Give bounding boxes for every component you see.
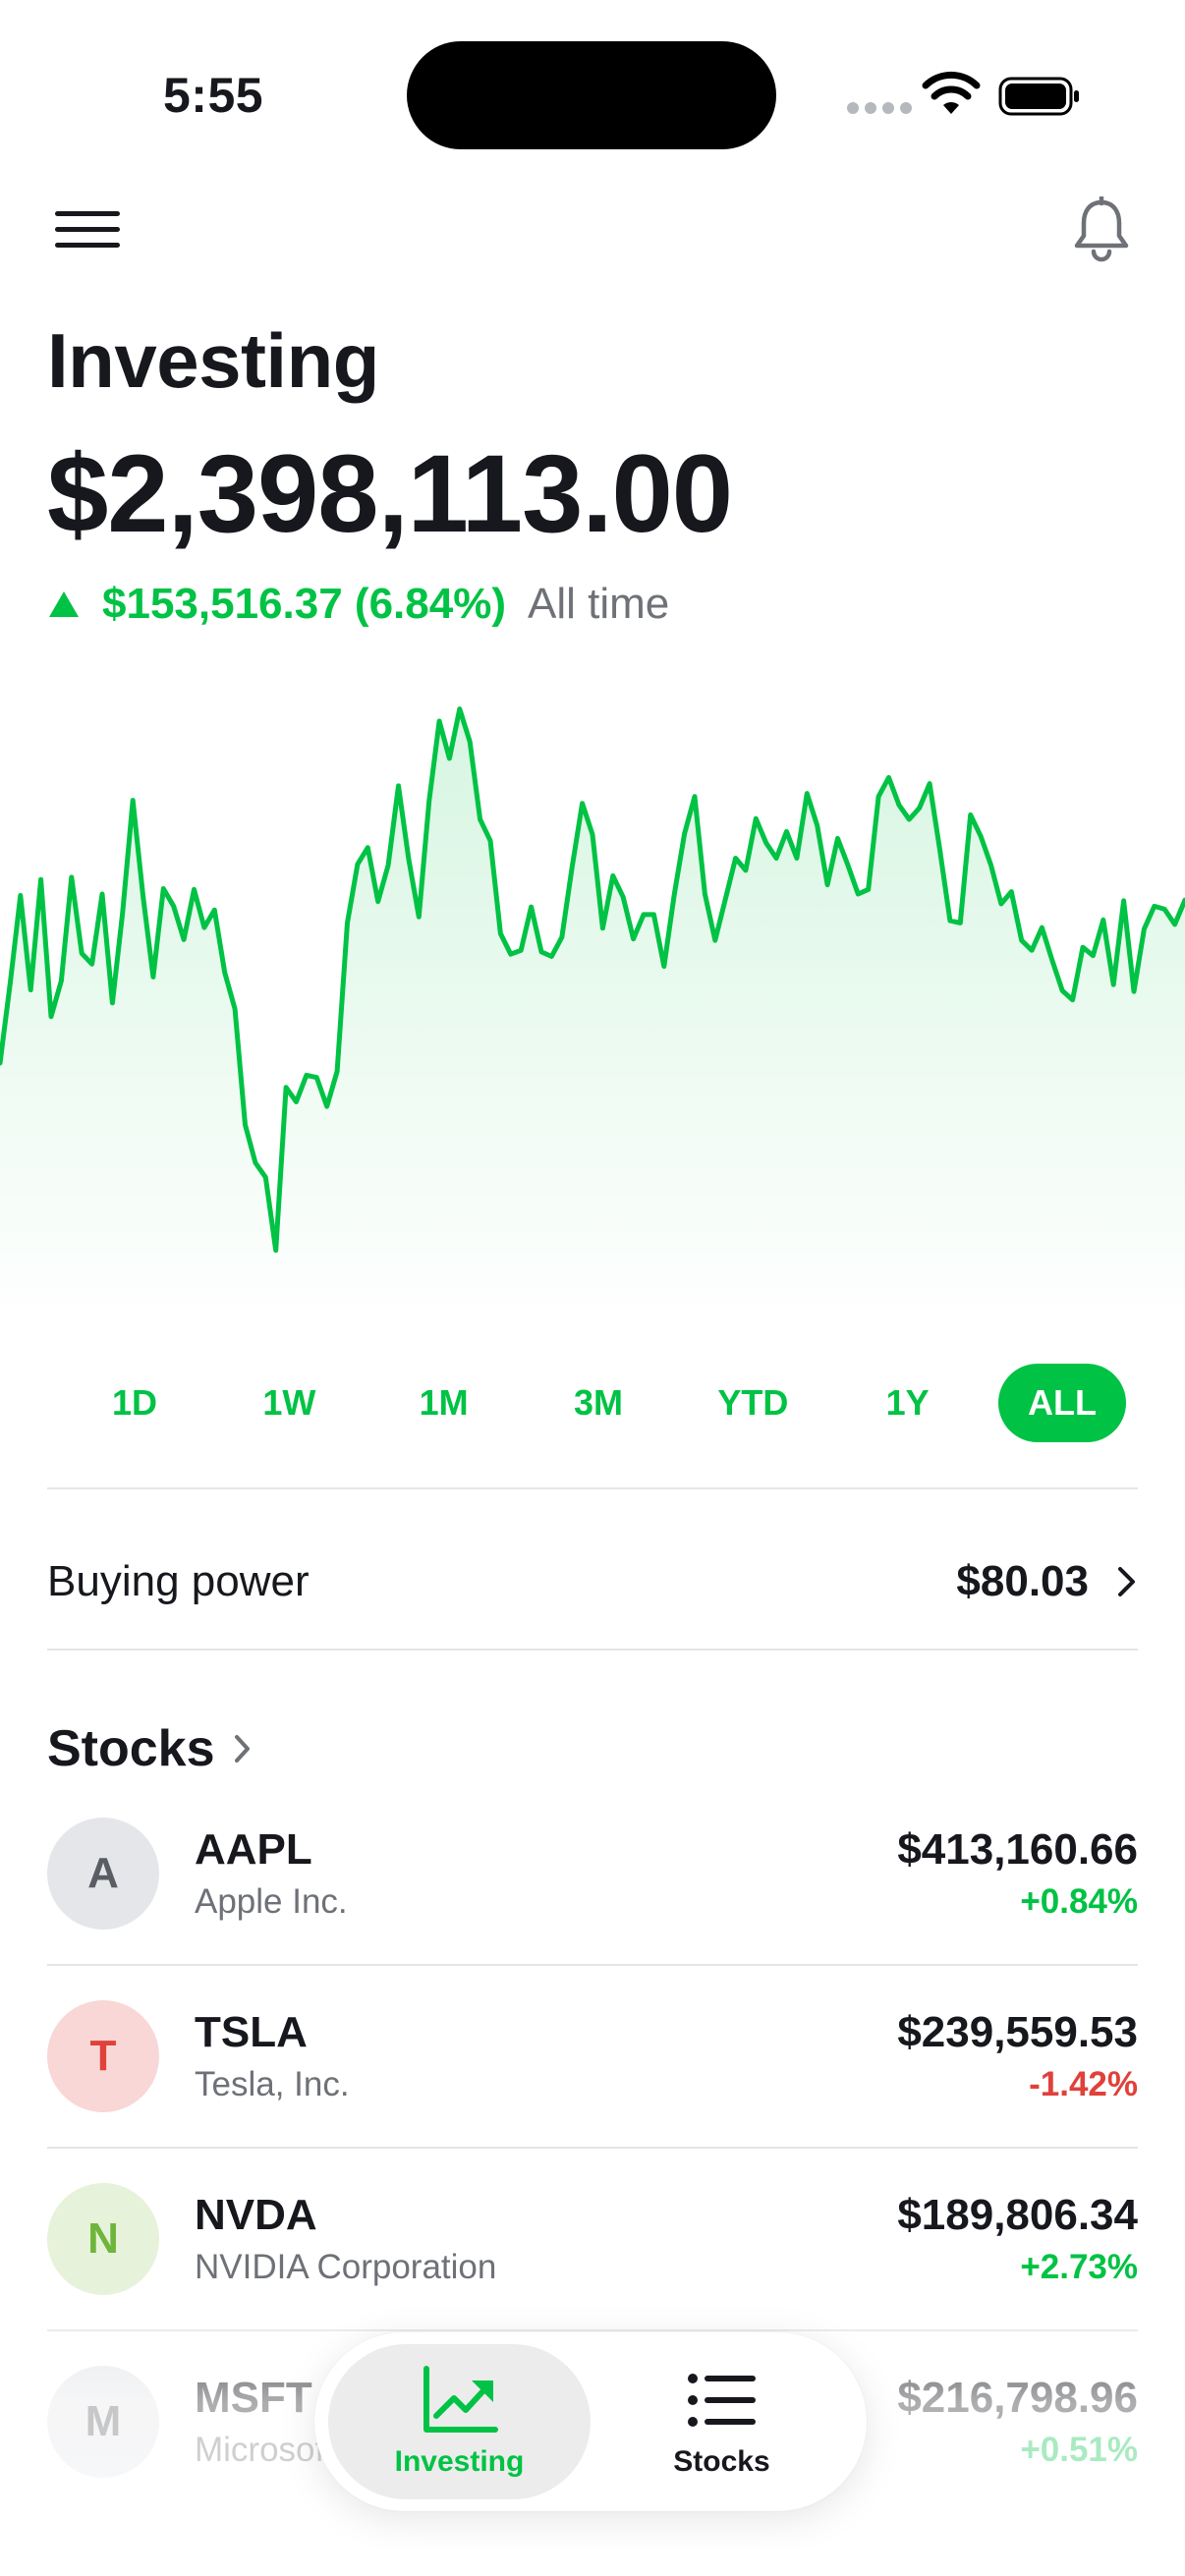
stock-row-aapl[interactable]: A AAPL Apple Inc. $413,160.66 +0.84% <box>47 1782 1138 1965</box>
gain-period: All time <box>527 580 670 628</box>
stock-ticker: AAPL <box>195 1825 312 1874</box>
stock-ticker: NVDA <box>195 2191 317 2239</box>
divider <box>47 1649 1138 1651</box>
buying-power-label: Buying power <box>47 1557 310 1605</box>
chevron-right-icon <box>1118 1567 1135 1596</box>
stock-price: $189,806.34 <box>897 2191 1138 2239</box>
dynamic-island <box>407 41 776 149</box>
stock-price: $413,160.66 <box>897 1825 1138 1874</box>
tab-stocks[interactable]: Stocks <box>591 2344 853 2499</box>
bell-icon[interactable] <box>1069 196 1134 265</box>
buying-power-row[interactable]: Buying power $80.03 <box>47 1513 1138 1651</box>
stock-name: Tesla, Inc. <box>195 2065 350 2103</box>
stock-values: $239,559.53 -1.42% <box>897 2008 1138 2104</box>
range-tab-3m[interactable]: 3M <box>535 1364 662 1442</box>
stock-info: NVDA NVIDIA Corporation <box>195 2191 897 2287</box>
tab-label: Stocks <box>673 2445 770 2478</box>
stock-change: +0.84% <box>1020 1882 1138 1921</box>
divider <box>47 1487 1138 1489</box>
stock-avatar: T <box>47 2000 159 2112</box>
stock-info: AAPL Apple Inc. <box>195 1825 897 1922</box>
page-title: Investing <box>47 317 379 404</box>
portfolio-value: $2,398,113.00 <box>47 432 733 555</box>
chart-area-fill <box>0 708 1185 1326</box>
chart-trend-icon <box>423 2366 498 2433</box>
range-tab-all[interactable]: ALL <box>997 1364 1126 1442</box>
range-tab-1m[interactable]: 1M <box>380 1364 508 1442</box>
stock-name: NVIDIA Corporation <box>195 2248 497 2286</box>
status-time: 5:55 <box>163 68 264 123</box>
stock-price: $239,559.53 <box>897 2008 1138 2056</box>
stock-avatar: A <box>47 1818 159 1930</box>
time-range-selector: 1D 1W 1M 3M YTD 1Y ALL <box>47 1364 1138 1442</box>
stock-avatar: N <box>47 2183 159 2295</box>
stock-info: TSLA Tesla, Inc. <box>195 2008 897 2104</box>
wifi-icon <box>922 71 981 114</box>
buying-power-value: $80.03 <box>956 1557 1089 1605</box>
stock-change: -1.42% <box>1029 2065 1138 2103</box>
up-arrow-icon <box>49 591 79 617</box>
stock-name: Apple Inc. <box>195 1882 348 1921</box>
range-tab-1w[interactable]: 1W <box>225 1364 353 1442</box>
tab-bar: Investing Stocks <box>314 2332 867 2511</box>
list-icon <box>687 2374 756 2427</box>
stock-change: +2.73% <box>1020 2248 1138 2286</box>
range-tab-1d[interactable]: 1D <box>71 1364 198 1442</box>
stocks-section-header[interactable]: Stocks <box>47 1719 253 1778</box>
range-tab-ytd[interactable]: YTD <box>689 1364 817 1442</box>
stock-ticker: TSLA <box>195 2008 308 2056</box>
stock-values: $189,806.34 +2.73% <box>897 2191 1138 2287</box>
stock-row-tsla[interactable]: T TSLA Tesla, Inc. $239,559.53 -1.42% <box>47 1965 1138 2148</box>
chevron-right-icon <box>234 1735 250 1763</box>
cellular-signal-icon <box>847 102 912 114</box>
tab-investing[interactable]: Investing <box>328 2344 591 2499</box>
tab-label: Investing <box>394 2445 525 2478</box>
portfolio-gain: $153,516.37 (6.84%) All time <box>47 580 669 629</box>
stock-values: $413,160.66 +0.84% <box>897 1825 1138 1922</box>
menu-icon[interactable] <box>55 211 120 249</box>
status-bar: 5:55 <box>0 0 1185 177</box>
gain-value: $153,516.37 (6.84%) <box>102 580 506 628</box>
range-tab-1y[interactable]: 1Y <box>844 1364 972 1442</box>
stocks-section-title: Stocks <box>47 1720 215 1777</box>
battery-icon <box>998 77 1079 116</box>
portfolio-chart[interactable] <box>0 678 1185 1326</box>
